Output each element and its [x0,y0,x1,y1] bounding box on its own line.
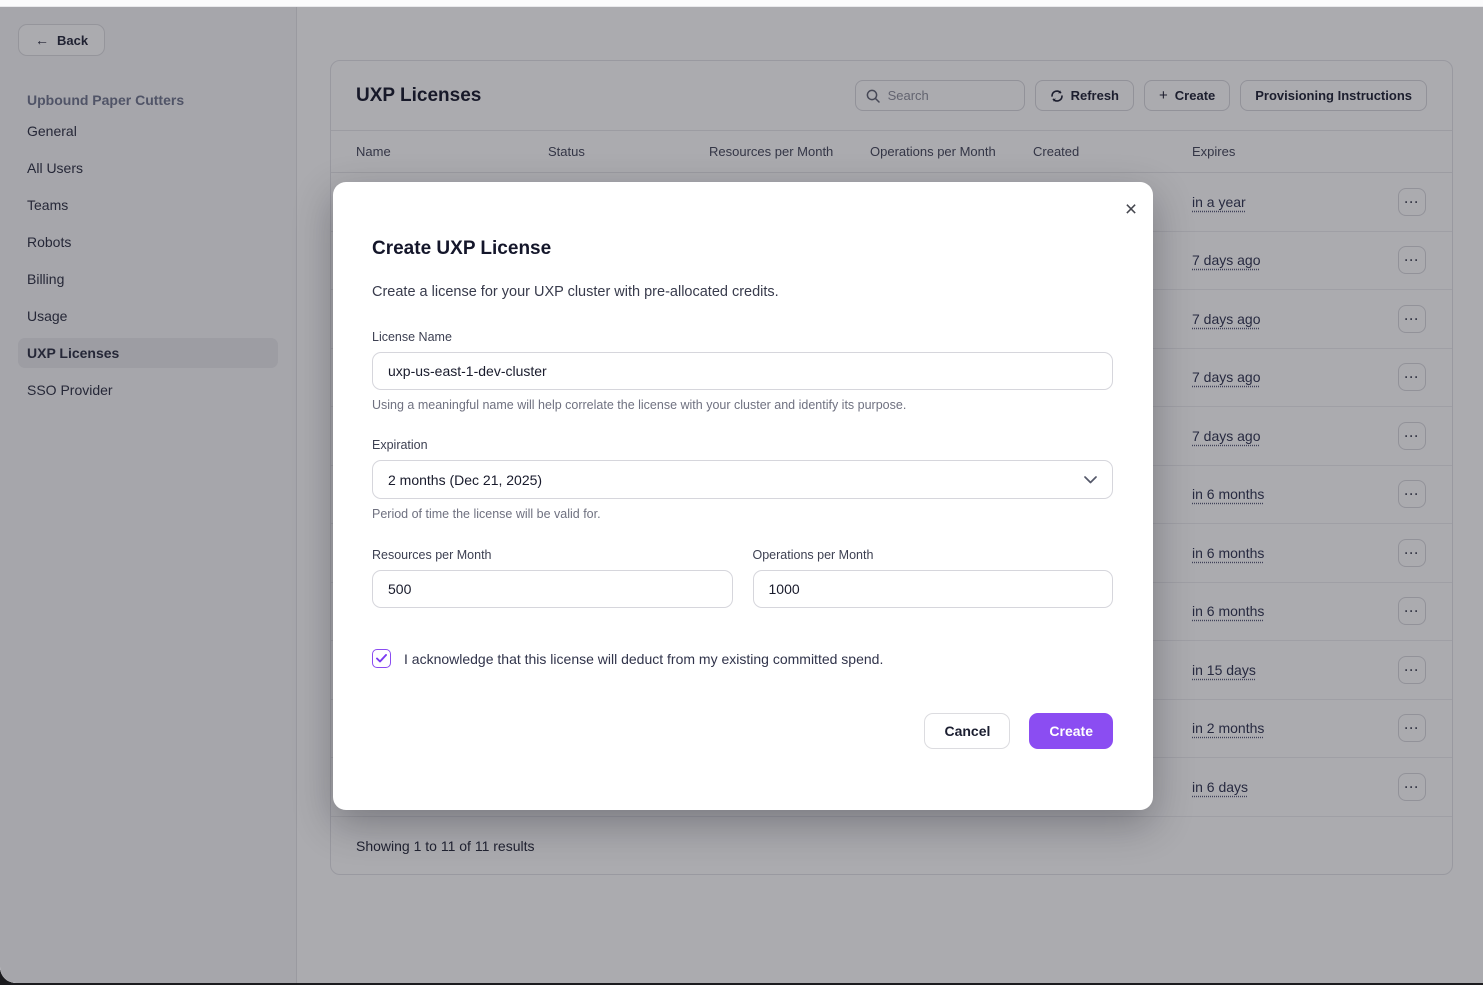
expiration-select[interactable]: 2 months (Dec 21, 2025) [372,460,1113,499]
resources-per-month-label: Resources per Month [372,548,733,562]
window-top-strip [0,0,1483,7]
cancel-button[interactable]: Cancel [924,713,1010,749]
create-uxp-license-modal: Create UXP License Create a license for … [333,182,1153,810]
acknowledge-checkbox[interactable] [372,649,391,668]
license-name-input[interactable] [372,352,1113,390]
acknowledge-label[interactable]: I acknowledge that this license will ded… [404,651,883,667]
expiration-field: Expiration 2 months (Dec 21, 2025) Perio… [372,438,1113,521]
expiration-help: Period of time the license will be valid… [372,507,1113,521]
operations-per-month-input[interactable] [753,570,1114,608]
resources-per-month-field: Resources per Month [372,548,733,608]
expiration-label: Expiration [372,438,1113,452]
license-name-label: License Name [372,330,1113,344]
app-window: ← Back Upbound Paper Cutters General All… [0,0,1483,983]
acknowledgement-row: I acknowledge that this license will ded… [372,649,1113,668]
resources-per-month-input[interactable] [372,570,733,608]
close-icon[interactable]: × [1117,196,1145,224]
modal-actions: Cancel Create [372,713,1113,749]
modal-description: Create a license for your UXP cluster wi… [372,284,1113,300]
operations-per-month-label: Operations per Month [753,548,1114,562]
license-name-field: License Name Using a meaningful name wil… [372,330,1113,412]
check-icon [376,654,387,663]
expiration-selected-value: 2 months (Dec 21, 2025) [388,472,542,488]
chevron-down-icon [1084,476,1097,484]
operations-per-month-field: Operations per Month [753,548,1114,608]
modal-create-button[interactable]: Create [1029,713,1113,749]
license-name-help: Using a meaningful name will help correl… [372,398,1113,412]
modal-title: Create UXP License [372,238,1113,260]
